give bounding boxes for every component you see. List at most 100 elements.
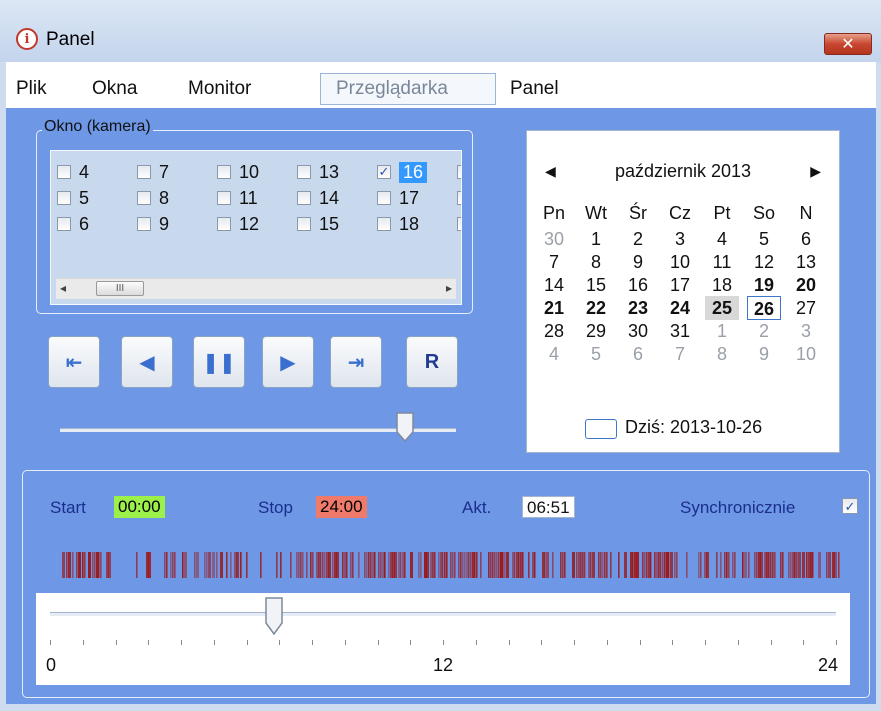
calendar-day[interactable]: 5	[747, 227, 781, 251]
camera-checkbox[interactable]	[57, 217, 71, 231]
camera-checkbox-item[interactable]: 12	[217, 213, 259, 235]
recording-timeline[interactable]	[58, 552, 842, 578]
calendar-day[interactable]: 4	[705, 227, 739, 251]
calendar-day[interactable]: 2	[747, 319, 781, 343]
calendar-day[interactable]: 29	[579, 319, 613, 343]
camera-checkbox-item[interactable]: 7	[137, 161, 169, 183]
camera-checkbox-item[interactable]: 14	[297, 187, 339, 209]
calendar-day[interactable]: 19	[747, 273, 781, 297]
close-button[interactable]: ✕	[824, 33, 872, 55]
camera-checkbox-item[interactable]: 17	[377, 187, 419, 209]
camera-checkbox-item[interactable]: 15	[297, 213, 339, 235]
calendar-next-month-icon[interactable]: ▶	[810, 163, 821, 180]
scroll-left-icon[interactable]: ◂	[60, 281, 66, 295]
stop-time-value[interactable]: 24:00	[316, 496, 367, 518]
calendar-day[interactable]: 4	[537, 342, 571, 366]
sync-checkbox[interactable]: ✓	[842, 498, 858, 514]
camera-checkbox-item[interactable]: 9	[137, 213, 169, 235]
calendar-day[interactable]: 30	[537, 227, 571, 251]
step-back-button[interactable]: ◀	[121, 336, 173, 388]
camera-checkbox-item[interactable]: 4	[57, 161, 89, 183]
menu-przegladarka[interactable]: Przeglądarka	[336, 75, 448, 103]
calendar-day[interactable]: 1	[705, 319, 739, 343]
pause-button[interactable]: ❚❚	[193, 336, 245, 388]
calendar-day[interactable]: 17	[663, 273, 697, 297]
camera-checkbox[interactable]	[377, 217, 391, 231]
camera-checkbox-partial[interactable]	[457, 217, 461, 231]
camera-checkbox-item[interactable]: 18	[377, 213, 419, 235]
calendar-day[interactable]: 25	[705, 296, 739, 320]
camera-checkbox-partial[interactable]	[457, 165, 461, 179]
calendar-day[interactable]: 31	[663, 319, 697, 343]
menu-plik[interactable]: Plik	[16, 75, 47, 103]
calendar-day[interactable]: 21	[537, 296, 571, 320]
menu-okna[interactable]: Okna	[92, 75, 137, 103]
menu-monitor[interactable]: Monitor	[188, 75, 251, 103]
last-frame-button[interactable]: ⇥	[330, 336, 382, 388]
calendar-day[interactable]: 9	[747, 342, 781, 366]
camera-checkbox-item[interactable]: 8	[137, 187, 169, 209]
calendar-day[interactable]: 6	[789, 227, 823, 251]
camera-checkbox[interactable]	[297, 217, 311, 231]
camera-checkbox[interactable]	[217, 217, 231, 231]
camera-checkbox[interactable]	[217, 191, 231, 205]
camera-checkbox-partial[interactable]	[457, 191, 461, 205]
calendar-day[interactable]: 8	[579, 250, 613, 274]
calendar-day[interactable]: 8	[705, 342, 739, 366]
camera-checkbox[interactable]	[57, 191, 71, 205]
calendar-day[interactable]: 3	[663, 227, 697, 251]
akt-time-value[interactable]: 06:51	[522, 496, 575, 518]
calendar-day[interactable]: 20	[789, 273, 823, 297]
calendar-day[interactable]: 10	[789, 342, 823, 366]
camera-checkbox-item[interactable]: 13	[297, 161, 339, 183]
calendar-day[interactable]: 30	[621, 319, 655, 343]
calendar-day[interactable]: 16	[621, 273, 655, 297]
calendar-day[interactable]: 10	[663, 250, 697, 274]
menu-panel[interactable]: Panel	[510, 75, 559, 103]
camera-checkbox[interactable]	[217, 165, 231, 179]
camera-checkbox[interactable]	[297, 165, 311, 179]
calendar-day[interactable]: 13	[789, 250, 823, 274]
calendar-day[interactable]: 27	[789, 296, 823, 320]
calendar-day[interactable]: 9	[621, 250, 655, 274]
calendar-day[interactable]: 3	[789, 319, 823, 343]
calendar-day[interactable]: 6	[621, 342, 655, 366]
calendar-day[interactable]: 22	[579, 296, 613, 320]
scroll-thumb[interactable]: III	[96, 281, 144, 296]
camera-horizontal-scrollbar[interactable]: ◂ III ▸	[56, 278, 456, 299]
calendar-day[interactable]: 12	[747, 250, 781, 274]
camera-checkbox-item[interactable]: 5	[57, 187, 89, 209]
calendar-day-today[interactable]: 26	[747, 296, 781, 320]
camera-checkbox-item[interactable]: 6	[57, 213, 89, 235]
calendar-day[interactable]: 7	[537, 250, 571, 274]
calendar-day[interactable]: 11	[705, 250, 739, 274]
camera-checkbox[interactable]	[137, 191, 151, 205]
calendar-day[interactable]: 24	[663, 296, 697, 320]
time-slider-thumb[interactable]	[264, 597, 284, 635]
calendar-today-label[interactable]: Dziś: 2013-10-26	[625, 417, 762, 438]
camera-checkbox-item[interactable]: ✓ 16	[377, 161, 428, 183]
reset-button[interactable]: R	[406, 336, 458, 388]
calendar-day[interactable]: 18	[705, 273, 739, 297]
calendar-day[interactable]: 5	[579, 342, 613, 366]
title-bar[interactable]: i Panel ✕	[0, 0, 881, 62]
first-frame-button[interactable]: ⇤	[48, 336, 100, 388]
calendar-day[interactable]: 7	[663, 342, 697, 366]
calendar-day[interactable]: 23	[621, 296, 655, 320]
play-button[interactable]: ▶	[262, 336, 314, 388]
camera-checkbox-item[interactable]: 11	[217, 187, 258, 209]
camera-checkbox[interactable]	[137, 217, 151, 231]
calendar-day[interactable]: 28	[537, 319, 571, 343]
calendar-month-title[interactable]: październik 2013	[527, 161, 839, 182]
camera-checkbox[interactable]	[57, 165, 71, 179]
camera-checkbox[interactable]: ✓	[377, 165, 391, 179]
speed-slider-thumb[interactable]	[395, 412, 415, 442]
start-time-value[interactable]: 00:00	[114, 496, 165, 518]
calendar-day[interactable]: 2	[621, 227, 655, 251]
camera-checkbox[interactable]	[297, 191, 311, 205]
time-slider-track[interactable]	[50, 612, 836, 616]
calendar-day[interactable]: 14	[537, 273, 571, 297]
calendar-day[interactable]: 1	[579, 227, 613, 251]
calendar-day[interactable]: 15	[579, 273, 613, 297]
camera-checkbox[interactable]	[137, 165, 151, 179]
